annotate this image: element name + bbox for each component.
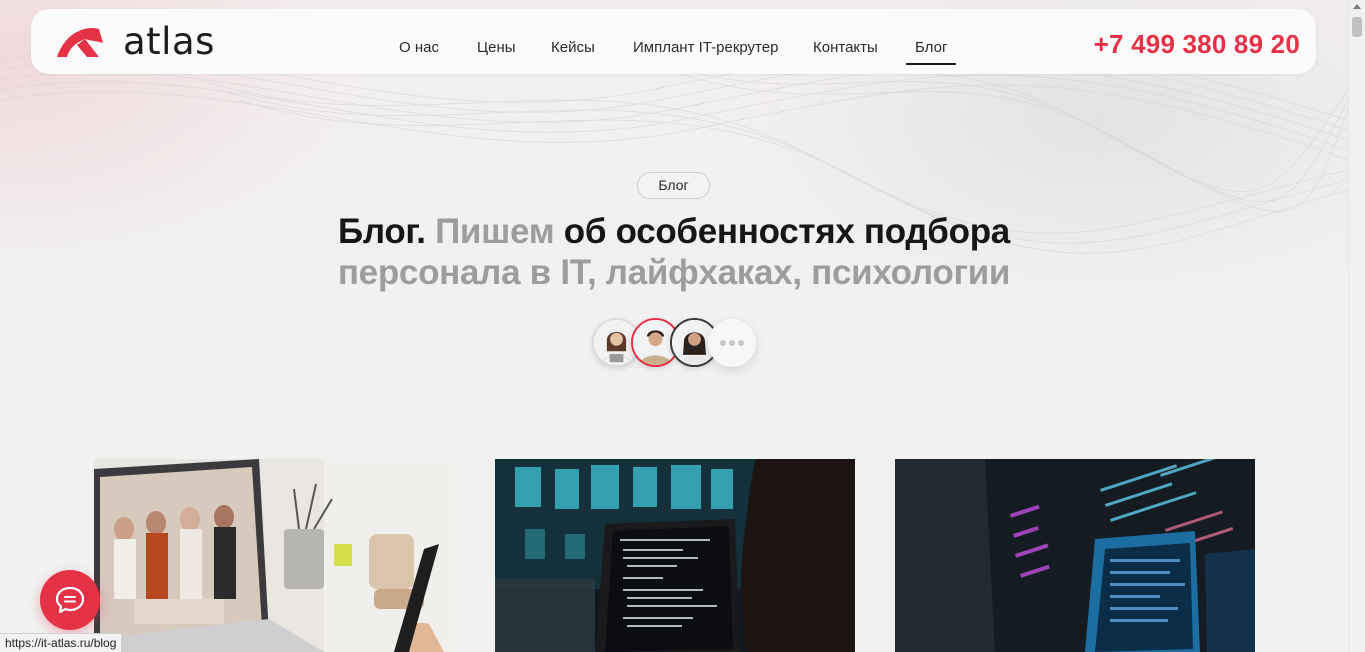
more-dots-icon[interactable] bbox=[708, 319, 756, 367]
blog-card-image[interactable] bbox=[895, 459, 1255, 652]
nav-item-implant-recruiter[interactable]: Имплант IT-рекрутер bbox=[633, 39, 778, 57]
scroll-up-arrow-icon[interactable] bbox=[1353, 4, 1361, 9]
code-tablet-photo bbox=[495, 459, 855, 652]
chat-button[interactable] bbox=[40, 570, 100, 630]
blog-card-image[interactable] bbox=[495, 459, 855, 652]
title-line-2: персонала в IT, лайфхаках, психологии bbox=[337, 253, 1011, 292]
site-header: atlas О нас Цены Кейсы Имплант IT-рекрут… bbox=[31, 9, 1316, 74]
title-part-1: Блог. bbox=[338, 212, 426, 251]
chat-bubble-icon bbox=[55, 586, 85, 614]
authors-avatars bbox=[592, 318, 762, 368]
page-title: Блог. Пишем об особенностях подбора перс… bbox=[0, 211, 1348, 293]
page-scrollbar[interactable] bbox=[1348, 0, 1365, 652]
laptop-photo bbox=[94, 459, 454, 652]
nav-item-cases[interactable]: Кейсы bbox=[551, 39, 595, 57]
nav-item-prices[interactable]: Цены bbox=[477, 39, 516, 57]
scroll-thumb[interactable] bbox=[1352, 17, 1362, 37]
section-tag: Блог bbox=[637, 172, 710, 199]
code-screen-photo bbox=[895, 459, 1255, 652]
nav-item-blog[interactable]: Блог bbox=[905, 39, 957, 65]
title-part-3: об особенностях подбора bbox=[563, 212, 1011, 251]
phone-link[interactable]: +7 499 380 89 20 bbox=[1094, 29, 1300, 59]
title-part-2: Пишем bbox=[435, 212, 555, 251]
page: atlas О нас Цены Кейсы Имплант IT-рекрут… bbox=[0, 0, 1348, 652]
nav-item-about[interactable]: О нас bbox=[399, 39, 439, 57]
blog-card-image[interactable] bbox=[94, 459, 454, 652]
nav-item-contacts[interactable]: Контакты bbox=[813, 39, 878, 57]
status-bar-url: https://it-atlas.ru/blog bbox=[0, 633, 123, 652]
